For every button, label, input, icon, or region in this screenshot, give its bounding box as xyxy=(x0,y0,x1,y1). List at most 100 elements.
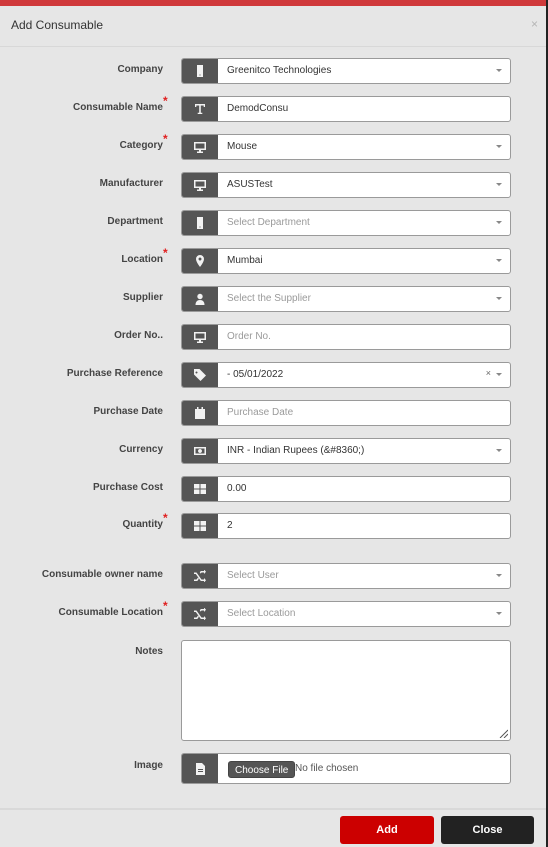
chevron-down-icon[interactable] xyxy=(496,449,502,452)
calendar-icon xyxy=(182,401,218,425)
field-label: Location xyxy=(121,254,163,265)
form-row-company: Company Greenitco Technologies xyxy=(0,58,546,84)
field-label: Purchase Cost xyxy=(92,482,163,493)
form-row-purchase-reference: Purchase Reference - 05/01/2022 × xyxy=(0,362,546,388)
form-row-department: Department Select Department xyxy=(0,210,546,236)
field-label: Image xyxy=(134,760,163,771)
chevron-down-icon[interactable] xyxy=(496,69,502,72)
quantity-input[interactable]: 2 xyxy=(181,513,511,539)
purchase-reference-select[interactable]: - 05/01/2022 × xyxy=(181,362,511,388)
form-row-consumable-location: Consumable Location * Select Location xyxy=(0,599,546,627)
field-value: Mouse xyxy=(227,141,258,152)
field-value: - 05/01/2022 xyxy=(227,369,284,380)
money-icon xyxy=(182,439,218,463)
chevron-down-icon[interactable] xyxy=(496,297,502,300)
department-select[interactable]: Select Department xyxy=(181,210,511,236)
field-label: Notes xyxy=(135,646,163,657)
form-row-manufacturer: Manufacturer ASUSTest xyxy=(0,172,546,198)
field-value: ASUSTest xyxy=(227,179,273,190)
field-label: Currency xyxy=(119,444,163,455)
field-placeholder: Select Department xyxy=(227,217,310,228)
purchase-date-input[interactable]: Purchase Date xyxy=(181,400,511,426)
monitor-icon xyxy=(182,173,218,197)
monitor-icon xyxy=(182,135,218,159)
close-icon[interactable]: × xyxy=(531,17,538,31)
building-icon xyxy=(182,59,218,83)
chevron-down-icon[interactable] xyxy=(496,259,502,262)
field-label: Consumable Location xyxy=(58,607,163,618)
required-asterisk: * xyxy=(163,246,168,260)
field-label: Category xyxy=(119,140,163,151)
field-label: Company xyxy=(117,64,163,75)
field-label: Order No.. xyxy=(114,330,163,341)
form-row-supplier: Supplier Select the Supplier xyxy=(0,286,546,312)
modal-header: Add Consumable × xyxy=(0,6,546,47)
field-label: Consumable owner name xyxy=(41,569,163,580)
required-asterisk: * xyxy=(163,511,168,525)
grid-icon xyxy=(182,514,218,538)
footer-divider xyxy=(0,808,546,810)
add-consumable-modal: Add Consumable × Company Greenitco Techno… xyxy=(0,0,548,847)
tag-icon xyxy=(182,363,218,387)
field-label: Department xyxy=(107,216,163,227)
chevron-down-icon[interactable] xyxy=(496,145,502,148)
field-value: Mumbai xyxy=(227,255,263,266)
category-select[interactable]: Mouse xyxy=(181,134,511,160)
field-placeholder: Order No. xyxy=(227,331,271,342)
form-row-location: Location * Mumbai xyxy=(0,246,546,274)
file-status-text: No file chosen xyxy=(295,763,359,774)
field-label: Consumable Name xyxy=(72,102,163,113)
map-marker-icon xyxy=(182,249,218,273)
location-select[interactable]: Mumbai xyxy=(181,248,511,274)
manufacturer-select[interactable]: ASUSTest xyxy=(181,172,511,198)
text-icon xyxy=(182,97,218,121)
field-value: DemodConsu xyxy=(227,103,289,114)
required-asterisk: * xyxy=(163,599,168,613)
form-row-consumable-name: Consumable Name * DemodConsu xyxy=(0,94,546,122)
field-label: Purchase Date xyxy=(93,406,163,417)
chevron-down-icon[interactable] xyxy=(496,183,502,186)
form-row-order-no: Order No.. Order No. xyxy=(0,324,546,350)
consumable-location-select[interactable]: Select Location xyxy=(181,601,511,627)
chevron-down-icon[interactable] xyxy=(496,612,502,615)
chevron-down-icon[interactable] xyxy=(496,373,502,376)
notes-textarea[interactable] xyxy=(181,640,511,741)
choose-file-button[interactable]: Choose File xyxy=(228,761,296,778)
resize-handle-icon[interactable] xyxy=(498,728,508,738)
consumable-owner-name-select[interactable]: Select User xyxy=(181,563,511,589)
consumable-name-input[interactable]: DemodConsu xyxy=(181,96,511,122)
close-button[interactable]: Close xyxy=(441,816,534,844)
required-asterisk: * xyxy=(163,94,168,108)
clear-selection-icon[interactable]: × xyxy=(486,368,491,378)
modal-title: Add Consumable xyxy=(11,18,104,32)
chevron-down-icon[interactable] xyxy=(496,574,502,577)
field-value: 0.00 xyxy=(227,483,247,494)
form-row-consumable-owner-name: Consumable owner name Select User xyxy=(0,563,546,589)
file-icon xyxy=(182,754,218,783)
form-row-purchase-date: Purchase Date Purchase Date xyxy=(0,400,546,426)
company-select[interactable]: Greenitco Technologies xyxy=(181,58,511,84)
field-label: Purchase Reference xyxy=(66,368,163,379)
chevron-down-icon[interactable] xyxy=(496,221,502,224)
user-icon xyxy=(182,287,218,311)
form-row-image: Image Choose File No file chosen xyxy=(0,753,546,784)
order-no-input[interactable]: Order No. xyxy=(181,324,511,350)
field-label: Manufacturer xyxy=(99,178,163,189)
supplier-select[interactable]: Select the Supplier xyxy=(181,286,511,312)
form-row-quantity: Quantity * 2 xyxy=(0,511,546,539)
required-asterisk: * xyxy=(163,132,168,146)
add-button[interactable]: Add xyxy=(340,816,434,844)
currency-select[interactable]: INR - Indian Rupees (&#8360;) xyxy=(181,438,511,464)
purchase-cost-input[interactable]: 0.00 xyxy=(181,476,511,502)
building-icon xyxy=(182,211,218,235)
field-value: 2 xyxy=(227,520,233,531)
field-placeholder: Select the Supplier xyxy=(227,293,311,304)
image-file-input[interactable]: Choose File No file chosen xyxy=(181,753,511,784)
form-row-purchase-cost: Purchase Cost 0.00 xyxy=(0,476,546,502)
field-value: Greenitco Technologies xyxy=(227,65,332,76)
form-row-currency: Currency INR - Indian Rupees (&#8360;) xyxy=(0,438,546,464)
field-label: Supplier xyxy=(122,292,163,303)
shuffle-icon xyxy=(182,564,218,588)
form-row-category: Category * Mouse xyxy=(0,132,546,160)
grid-icon xyxy=(182,477,218,501)
